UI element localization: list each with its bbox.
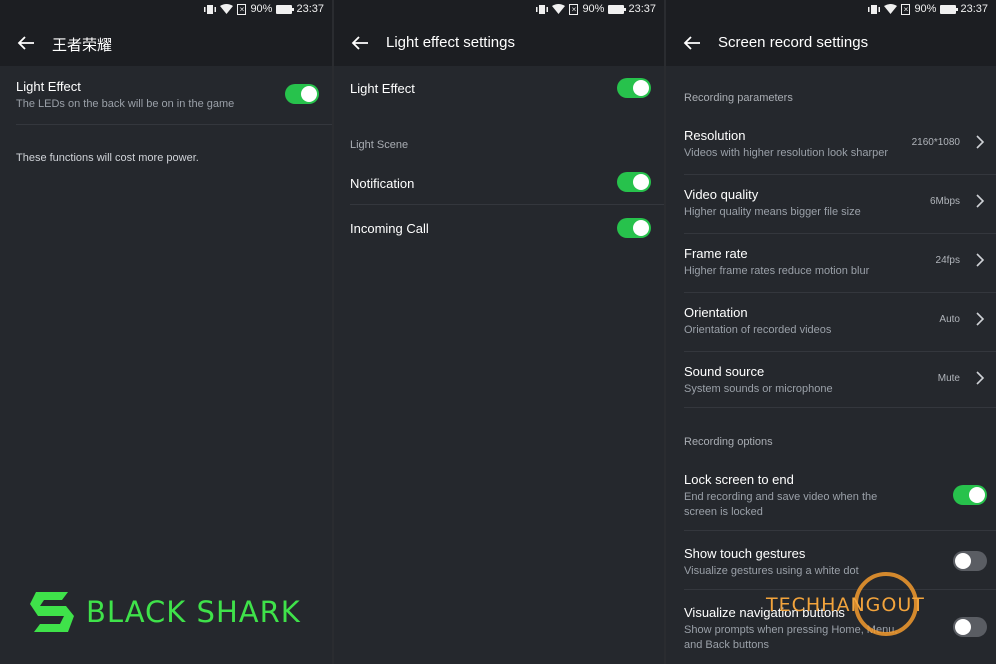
video-quality-subtitle: Higher quality means bigger file size — [684, 206, 861, 218]
recording-parameters-header: Recording parameters — [684, 92, 793, 104]
status-bar: × 90% 23:37 — [666, 0, 996, 20]
divider — [16, 124, 332, 125]
clock: 23:37 — [628, 3, 656, 15]
toggle-knob — [633, 174, 649, 190]
clock: 23:37 — [296, 3, 324, 15]
sound-source-title: Sound source — [684, 364, 765, 379]
light-scene-header: Light Scene — [350, 139, 409, 151]
notification-toggle[interactable] — [617, 172, 651, 192]
video-quality-value: 6Mbps — [929, 196, 960, 207]
no-sim-icon: × — [569, 3, 579, 15]
light-effect-row[interactable]: Light Effect — [334, 66, 664, 110]
toggle-knob — [633, 220, 649, 236]
light-effect-title: Light Effect — [350, 81, 415, 96]
power-note: These functions will cost more power. — [16, 152, 199, 164]
chevron-right-icon — [976, 312, 985, 326]
watermark-text: TECHHANGOUT — [766, 594, 925, 616]
lock-screen-title: Lock screen to end — [684, 472, 794, 487]
battery-percent: 90% — [250, 3, 273, 15]
frame-rate-value: 24fps — [935, 255, 960, 266]
resolution-row[interactable]: Resolution Videos with higher resolution… — [666, 116, 996, 174]
orientation-title: Orientation — [684, 305, 748, 320]
light-effect-subtitle: The LEDs on the back will be on in the g… — [16, 98, 235, 110]
light-effect-toggle[interactable] — [285, 84, 319, 104]
notification-title: Notification — [350, 176, 415, 191]
orientation-subtitle: Orientation of recorded videos — [684, 324, 832, 336]
page-title: Screen record settings — [718, 34, 869, 51]
clock: 23:37 — [960, 3, 988, 15]
lock-screen-toggle[interactable] — [953, 485, 987, 505]
lock-screen-subtitle: End recording and save video when the sc… — [684, 491, 878, 518]
battery-icon — [276, 4, 295, 14]
wifi-icon — [220, 4, 234, 14]
resolution-value: 2160*1080 — [911, 137, 960, 148]
no-sim-icon: × — [237, 3, 247, 15]
light-effect-settings-panel: × 90% 23:37 Light effect settings Light … — [334, 0, 664, 664]
light-effect-title: Light Effect — [16, 79, 81, 94]
battery-icon — [940, 4, 959, 14]
status-bar: × 90% 23:37 — [0, 0, 332, 20]
battery-percent: 90% — [914, 3, 937, 15]
notification-row[interactable]: Notification — [334, 160, 664, 204]
vibrate-icon — [536, 4, 549, 15]
wifi-icon — [552, 4, 566, 14]
orientation-row[interactable]: Orientation Orientation of recorded vide… — [666, 293, 996, 351]
chevron-right-icon — [976, 194, 985, 208]
touch-gestures-title: Show touch gestures — [684, 546, 806, 561]
wifi-icon — [884, 4, 898, 14]
app-bar: Screen record settings — [666, 20, 996, 66]
chevron-right-icon — [976, 135, 985, 149]
incoming-call-row[interactable]: Incoming Call — [334, 205, 664, 249]
black-shark-logo: BLACK SHARK — [28, 590, 301, 634]
screen-record-settings-panel: × 90% 23:37 Screen record settings Recor… — [666, 0, 996, 664]
toggle-knob — [955, 553, 971, 569]
frame-rate-title: Frame rate — [684, 246, 748, 261]
no-sim-icon: × — [901, 3, 911, 15]
sound-source-subtitle: System sounds or microphone — [684, 383, 833, 395]
battery-icon — [608, 4, 627, 14]
vibrate-icon — [204, 4, 217, 15]
toggle-knob — [301, 86, 317, 102]
black-shark-s-icon — [30, 592, 74, 632]
status-bar: × 90% 23:37 — [334, 0, 664, 20]
video-quality-title: Video quality — [684, 187, 759, 202]
brand-text: BLACK SHARK — [86, 595, 301, 629]
recording-options-header: Recording options — [684, 436, 773, 448]
game-light-panel: × 90% 23:37 王者荣耀 Light Effect The LEDs o… — [0, 0, 332, 664]
back-arrow-icon[interactable] — [16, 33, 36, 53]
touch-gestures-toggle[interactable] — [953, 551, 987, 571]
sound-source-value: Mute — [937, 373, 960, 384]
page-title: 王者荣耀 — [52, 37, 113, 54]
page-title: Light effect settings — [386, 34, 515, 51]
incoming-call-toggle[interactable] — [617, 218, 651, 238]
orientation-value: Auto — [939, 314, 960, 325]
back-arrow-icon[interactable] — [350, 33, 370, 53]
techhangout-watermark: TECHHANGOUT — [766, 572, 972, 636]
chevron-right-icon — [976, 253, 985, 267]
frame-rate-row[interactable]: Frame rate Higher frame rates reduce mot… — [666, 234, 996, 292]
divider — [684, 407, 996, 408]
toggle-knob — [633, 80, 649, 96]
resolution-title: Resolution — [684, 128, 746, 143]
app-bar: 王者荣耀 — [0, 20, 332, 66]
resolution-subtitle: Videos with higher resolution look sharp… — [684, 147, 889, 159]
frame-rate-subtitle: Higher frame rates reduce motion blur — [684, 265, 870, 277]
chevron-right-icon — [976, 371, 985, 385]
toggle-knob — [969, 487, 985, 503]
light-effect-toggle[interactable] — [617, 78, 651, 98]
incoming-call-title: Incoming Call — [350, 221, 429, 236]
sound-source-row[interactable]: Sound source System sounds or microphone… — [666, 352, 996, 410]
video-quality-row[interactable]: Video quality Higher quality means bigge… — [666, 175, 996, 233]
battery-percent: 90% — [582, 3, 605, 15]
vibrate-icon — [868, 4, 881, 15]
back-arrow-icon[interactable] — [682, 33, 702, 53]
light-effect-row[interactable]: Light Effect The LEDs on the back will b… — [0, 66, 332, 124]
app-bar: Light effect settings — [334, 20, 664, 66]
lock-screen-row[interactable]: Lock screen to end End recording and sav… — [666, 462, 996, 530]
